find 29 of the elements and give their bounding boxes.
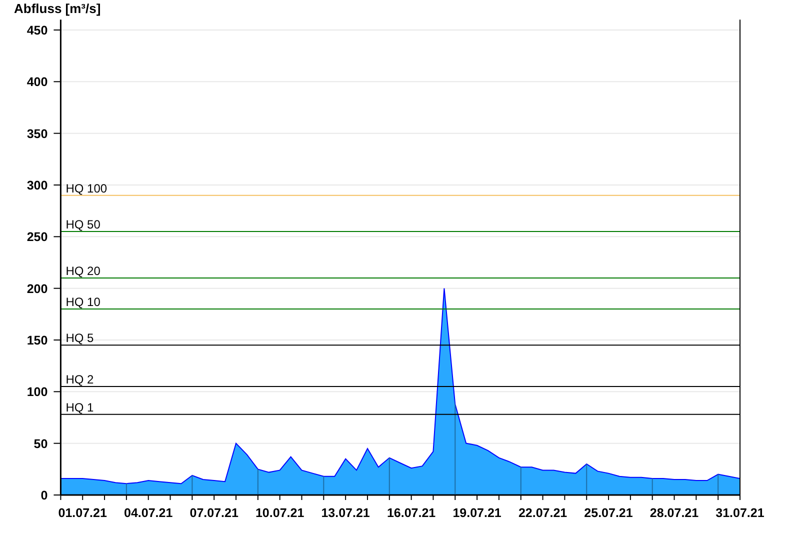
x-tick-label: 31.07.21 (716, 506, 764, 520)
y-tick-label: 0 (40, 488, 48, 502)
x-tick-label: 04.07.21 (124, 506, 173, 520)
threshold-label: HQ 2 (66, 372, 94, 386)
threshold-label: HQ 1 (66, 400, 94, 414)
x-tick-label: 07.07.21 (190, 506, 238, 520)
threshold-label: HQ 50 (66, 218, 100, 232)
x-tick-label: 22.07.21 (518, 506, 568, 520)
x-tick-label: 25.07.21 (584, 506, 633, 520)
threshold-label: HQ 10 (66, 295, 100, 309)
y-tick-label: 300 (26, 178, 48, 192)
x-tick-label: 16.07.21 (386, 506, 436, 520)
x-tick-label: 28.07.21 (650, 506, 699, 520)
y-axis-title: Abfluss [m³/s] (14, 1, 101, 16)
x-tick-label: 01.07.21 (58, 506, 107, 520)
y-tick-label: 350 (26, 126, 48, 141)
y-tick-label: 100 (26, 385, 48, 400)
threshold-label: HQ 5 (66, 331, 94, 346)
y-tick-label: 50 (34, 436, 48, 451)
y-tick-label: 250 (26, 230, 48, 244)
threshold-label: HQ 100 (66, 181, 108, 196)
x-tick-label: 10.07.21 (256, 506, 304, 520)
y-tick-label: 400 (26, 75, 48, 90)
y-tick-label: 200 (26, 282, 48, 296)
y-tick-label: 450 (26, 24, 48, 38)
x-tick-label: 19.07.21 (452, 506, 502, 520)
x-tick-label: 13.07.21 (321, 506, 370, 520)
y-tick-label: 150 (26, 334, 48, 348)
threshold-label: HQ 20 (66, 264, 100, 278)
